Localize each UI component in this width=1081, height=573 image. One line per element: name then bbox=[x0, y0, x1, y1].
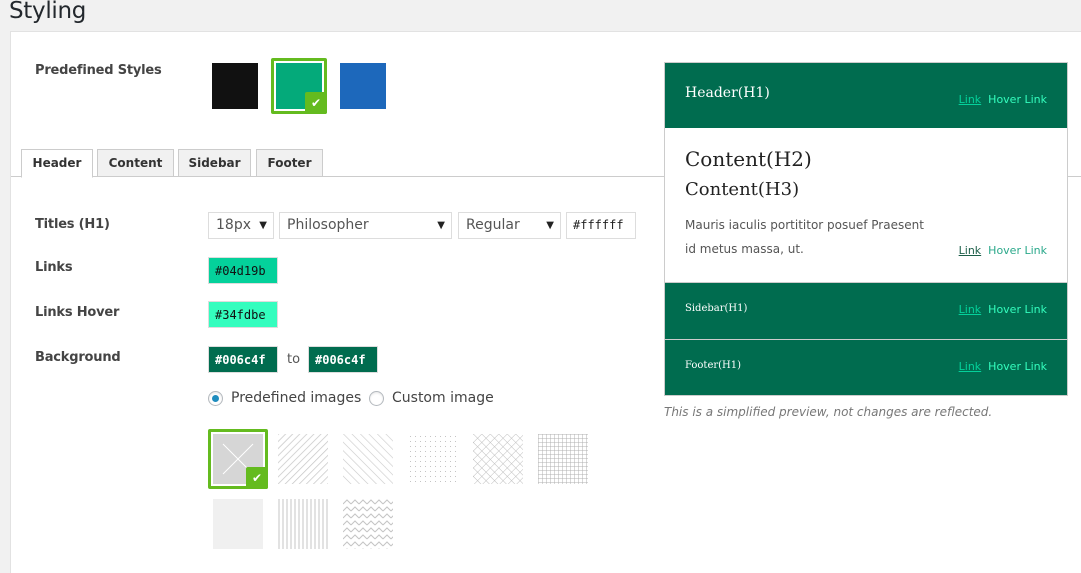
chevron-down-icon: ▼ bbox=[437, 220, 445, 231]
zigzag-pattern-icon bbox=[343, 499, 393, 549]
preview-content-hover-link[interactable]: Hover Link bbox=[988, 244, 1047, 257]
diagonal-lines-pattern-icon bbox=[343, 434, 393, 484]
links-color-chip[interactable]: #04d19b bbox=[208, 257, 278, 284]
dots-pattern-icon bbox=[408, 434, 458, 484]
font-weight-select[interactable]: Regular ▼ bbox=[458, 212, 561, 239]
preview-footer-hover-link[interactable]: Hover Link bbox=[988, 360, 1047, 373]
preview-footer-link[interactable]: Link bbox=[959, 360, 982, 373]
preview-sidebar: Sidebar(H1) Link Hover Link bbox=[665, 282, 1067, 339]
grid-pattern-icon bbox=[538, 434, 588, 484]
page-title: Styling bbox=[9, 0, 87, 24]
preview-header-title: Header(H1) bbox=[685, 85, 770, 101]
style-preview: Header(H1) Link Hover Link Content(H2) Co… bbox=[664, 62, 1068, 396]
pattern-grid[interactable] bbox=[538, 434, 588, 484]
pattern-diagonal-right[interactable] bbox=[278, 434, 328, 484]
tab-footer[interactable]: Footer bbox=[256, 149, 323, 177]
tab-header[interactable]: Header bbox=[21, 149, 93, 178]
tab-content[interactable]: Content bbox=[97, 149, 174, 177]
font-weight-value: Regular bbox=[466, 217, 520, 233]
to-label: to bbox=[287, 352, 301, 367]
style-swatch-green[interactable]: ✔ bbox=[271, 58, 327, 114]
title-color-input[interactable]: #ffffff bbox=[566, 212, 636, 239]
preview-header-link[interactable]: Link bbox=[959, 93, 982, 106]
titles-label: Titles (H1) bbox=[35, 217, 110, 232]
check-icon: ✔ bbox=[246, 467, 268, 489]
background-label: Background bbox=[35, 350, 121, 365]
background-from-chip[interactable]: #006c4f bbox=[208, 346, 278, 373]
custom-image-label[interactable]: Custom image bbox=[392, 390, 494, 406]
preview-content-link[interactable]: Link bbox=[959, 244, 982, 257]
chevron-down-icon: ▼ bbox=[259, 220, 267, 231]
check-icon: ✔ bbox=[305, 92, 327, 114]
font-family-select[interactable]: Philosopher ▼ bbox=[279, 212, 452, 239]
font-size-value: 18px bbox=[216, 217, 251, 233]
pattern-none[interactable]: ✔ bbox=[208, 429, 268, 489]
preview-paragraph: Mauris iaculis portititor posuef Praesen… bbox=[685, 213, 924, 261]
preview-footer: Footer(H1) Link Hover Link bbox=[665, 339, 1067, 395]
pattern-diagonal-left[interactable] bbox=[343, 434, 393, 484]
paragraph-line: id metus massa, ut. bbox=[685, 242, 804, 256]
paragraph-line: Mauris iaculis portititor posuef Praesen… bbox=[685, 218, 924, 232]
predefined-styles-label: Predefined Styles bbox=[35, 63, 162, 78]
preview-sidebar-link[interactable]: Link bbox=[959, 303, 982, 316]
diagonal-lines-pattern-icon bbox=[278, 434, 328, 484]
links-hover-color-chip[interactable]: #34fdbe bbox=[208, 301, 278, 328]
radio-predefined-images[interactable] bbox=[208, 391, 223, 406]
pattern-crosshatch[interactable] bbox=[473, 434, 523, 484]
crosshatch-pattern-icon bbox=[473, 434, 523, 484]
preview-header: Header(H1) Link Hover Link bbox=[665, 63, 1067, 128]
preview-sidebar-hover-link[interactable]: Hover Link bbox=[988, 303, 1047, 316]
vertical-lines-pattern-icon bbox=[278, 499, 328, 549]
style-swatch-blue[interactable] bbox=[340, 63, 386, 109]
preview-content: Content(H2) Content(H3) Mauris iaculis p… bbox=[665, 128, 1067, 282]
links-label: Links bbox=[35, 260, 73, 275]
style-swatch-black[interactable] bbox=[212, 63, 258, 109]
preview-content-h2: Content(H2) bbox=[685, 147, 812, 171]
pattern-dots[interactable] bbox=[408, 434, 458, 484]
background-to-chip[interactable]: #006c4f bbox=[308, 346, 378, 373]
preview-sidebar-title: Sidebar(H1) bbox=[685, 303, 748, 314]
radio-custom-image[interactable] bbox=[369, 391, 384, 406]
chevron-down-icon: ▼ bbox=[546, 220, 554, 231]
font-size-select[interactable]: 18px ▼ bbox=[208, 212, 274, 239]
font-family-value: Philosopher bbox=[287, 217, 369, 233]
pattern-zigzag[interactable] bbox=[343, 499, 393, 549]
preview-header-hover-link[interactable]: Hover Link bbox=[988, 93, 1047, 106]
links-hover-label: Links Hover bbox=[35, 305, 120, 320]
preview-note: This is a simplified preview, not change… bbox=[664, 405, 993, 419]
pattern-noise[interactable] bbox=[213, 499, 263, 549]
styling-panel: Predefined Styles ✔ Header Content Sideb… bbox=[10, 31, 1081, 573]
preview-footer-title: Footer(H1) bbox=[685, 360, 742, 371]
preview-content-h3: Content(H3) bbox=[685, 179, 800, 200]
tab-sidebar[interactable]: Sidebar bbox=[178, 149, 251, 177]
predefined-images-label[interactable]: Predefined images bbox=[231, 390, 361, 406]
pattern-vertical-lines[interactable] bbox=[278, 499, 328, 549]
